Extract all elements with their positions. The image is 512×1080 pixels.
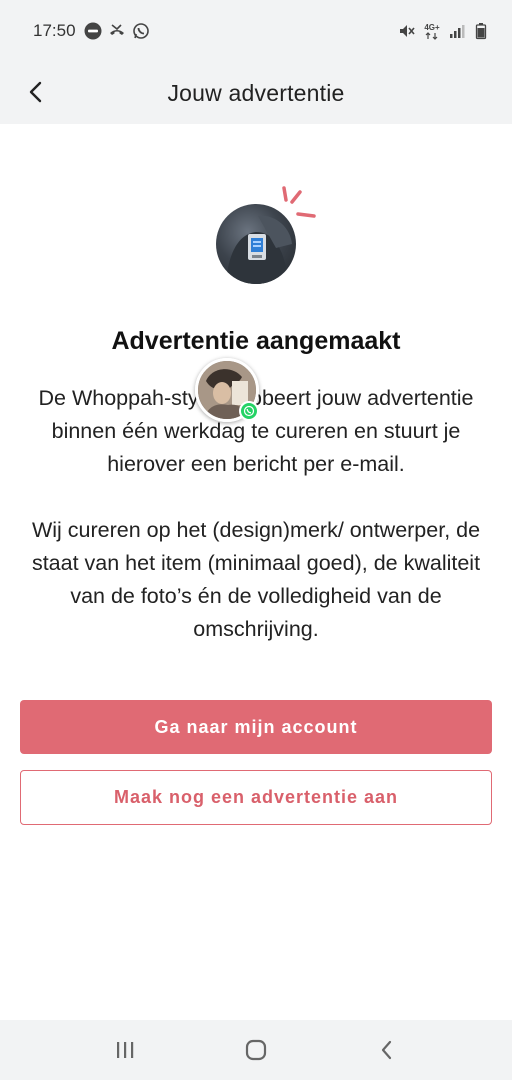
system-back-button[interactable] [367,1030,407,1070]
go-to-account-button[interactable]: Ga naar mijn account [20,700,492,754]
back-button[interactable] [20,76,52,108]
status-time: 17:50 [33,21,76,40]
missed-call-icon [108,22,126,40]
main-content: Advertentie aangemaakt De Whoppah-stylis… [0,124,512,1020]
chevron-left-icon [29,81,42,103]
mute-icon [398,22,416,40]
app-header: Jouw advertentie [0,62,512,124]
status-system-icons: 4G+ [398,22,490,40]
signal-icon [448,22,466,40]
recents-button[interactable] [105,1030,145,1070]
curation-criteria-text: Wij cureren op het (design)merk/ ontwerp… [31,518,481,641]
status-bar: 17:50 4G+ [0,0,512,62]
create-another-ad-button[interactable]: Maak nog een advertentie aan [20,770,492,825]
home-button[interactable] [236,1030,276,1070]
whatsapp-badge-icon [239,401,259,421]
buienradar-icon [84,22,102,40]
whatsapp-icon [132,22,150,40]
status-notification-icons [84,22,150,40]
product-illustration [214,186,322,286]
success-title: Advertentie aangemaakt [111,327,401,355]
back-icon [381,1040,391,1060]
home-icon [245,1039,267,1061]
page-title: Jouw advertentie [167,79,345,106]
network-label: 4G+ [424,22,440,32]
sparkle-burst-icon [282,186,316,218]
4g-data-icon: 4G+ [422,22,442,40]
system-nav-bar [0,1020,512,1080]
battery-icon [472,22,490,40]
recents-icon [117,1042,134,1058]
